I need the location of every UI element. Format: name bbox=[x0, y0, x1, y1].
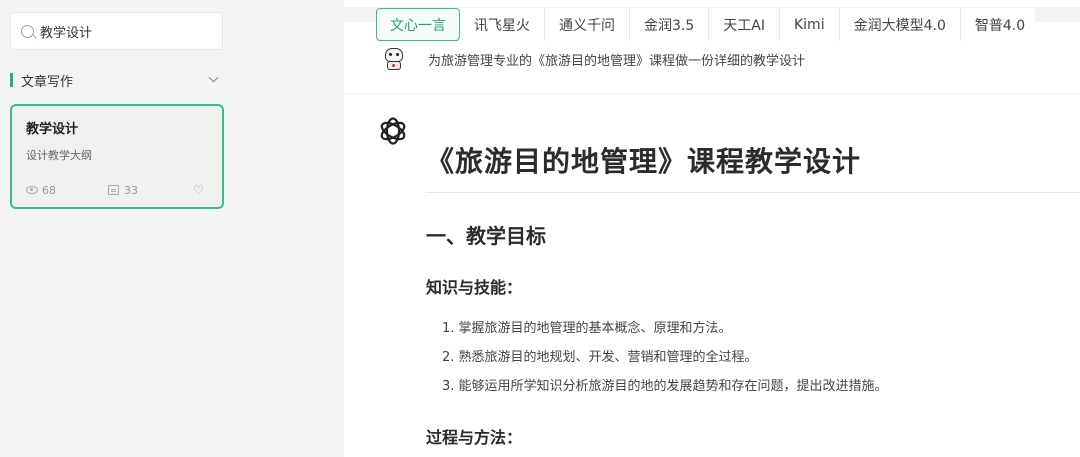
search-input[interactable] bbox=[40, 23, 210, 39]
objective-list: 1. 掌握旅游目的地管理的基本概念、原理和方法。 2. 熟悉旅游目的地规划、开发… bbox=[426, 319, 1080, 406]
answer-body: 《旅游目的地管理》课程教学设计 一、教学目标 知识与技能： 1. 掌握旅游目的地… bbox=[426, 140, 1080, 447]
user-question: 为旅游管理专业的《旅游目的地管理》课程做一份详细的教学设计 bbox=[381, 46, 805, 72]
question-text: 为旅游管理专业的《旅游目的地管理》课程做一份详细的教学设计 bbox=[428, 53, 806, 69]
search-icon bbox=[21, 24, 34, 38]
title-rule bbox=[426, 192, 1080, 193]
eye-icon bbox=[26, 186, 38, 194]
comment-count-value: 33 bbox=[124, 183, 138, 197]
prompt-card[interactable]: 教学设计 设计教学大纲 68 33 ♡ bbox=[10, 104, 224, 209]
category-label: 文章写作 bbox=[21, 74, 74, 90]
tab-xunfei[interactable]: 讯飞星火 bbox=[460, 8, 545, 41]
answer-title: 《旅游目的地管理》课程教学设计 bbox=[426, 145, 862, 178]
section-heading: 一、教学目标 bbox=[426, 224, 546, 248]
robot-body bbox=[387, 61, 401, 70]
comment-count: 33 bbox=[108, 184, 188, 197]
card-subtitle: 设计教学大纲 bbox=[26, 149, 92, 162]
list-item: 2. 熟悉旅游目的地规划、开发、营销和管理的全过程。 bbox=[442, 350, 758, 365]
card-title: 教学设计 bbox=[26, 122, 79, 137]
view-count-value: 68 bbox=[42, 183, 56, 197]
tab-zhipu[interactable]: 智普4.0 bbox=[961, 8, 1035, 41]
card-stats: 68 33 ♡ bbox=[26, 183, 204, 197]
tab-tiangong[interactable]: 天工AI bbox=[709, 8, 780, 41]
subsection-heading: 过程与方法： bbox=[426, 428, 523, 447]
category-header[interactable]: 文章写作 bbox=[10, 70, 223, 90]
tab-jinrun35[interactable]: 金润3.5 bbox=[630, 8, 710, 41]
tab-kimi[interactable]: Kimi bbox=[780, 8, 840, 41]
heart-icon[interactable]: ♡ bbox=[193, 184, 204, 196]
chevron-down-icon[interactable] bbox=[208, 72, 219, 83]
tab-tongyi[interactable]: 通义千问 bbox=[545, 8, 630, 41]
search-box[interactable] bbox=[10, 12, 223, 50]
model-tabs: 文心一言 讯飞星火 通义千问 金润3.5 天工AI Kimi 金润大模型4.0 … bbox=[376, 8, 1036, 41]
sidebar: 文章写作 教学设计 设计教学大纲 68 33 ♡ bbox=[0, 0, 237, 457]
subsection-heading: 知识与技能： bbox=[426, 278, 523, 297]
divider bbox=[344, 93, 1080, 94]
view-count: 68 bbox=[26, 184, 108, 197]
list-item: 1. 掌握旅游目的地管理的基本概念、原理和方法。 bbox=[442, 321, 732, 336]
category-accent-bar bbox=[10, 73, 13, 87]
tab-wenxin[interactable]: 文心一言 bbox=[376, 8, 460, 41]
top-strip bbox=[344, 0, 1080, 7]
robot-head bbox=[385, 48, 403, 62]
list-item: 3. 能够运用所学知识分析旅游目的地的发展趋势和存在问题，提出改进措施。 bbox=[442, 379, 888, 394]
comment-icon bbox=[108, 185, 119, 195]
robot-avatar-icon bbox=[381, 46, 407, 72]
tab-jinrun40[interactable]: 金润大模型4.0 bbox=[840, 8, 961, 41]
chatgpt-icon bbox=[380, 117, 406, 145]
